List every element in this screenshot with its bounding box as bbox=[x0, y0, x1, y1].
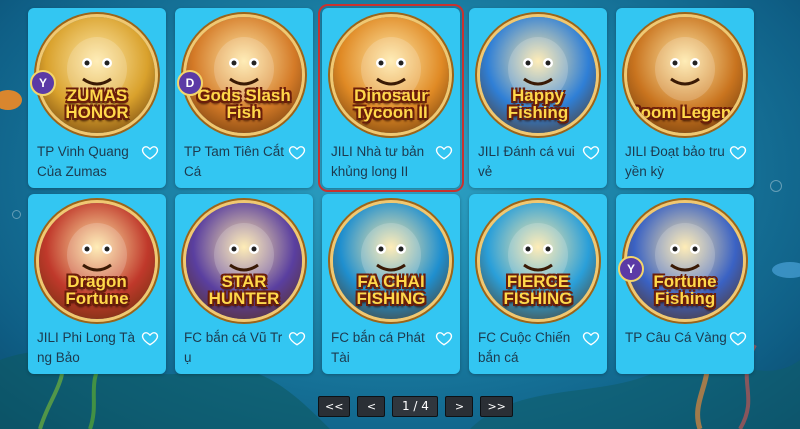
game-card[interactable]: Dragon Fortune JILI Phi Long Tà ng Bảo bbox=[28, 194, 166, 374]
favorite-heart-icon[interactable] bbox=[435, 143, 453, 161]
provider-badge: Y bbox=[618, 256, 644, 282]
game-title[interactable]: JILI Đoạt bảo tru yền kỳ bbox=[625, 142, 731, 182]
bubble-decoration bbox=[770, 180, 782, 192]
game-title[interactable]: TP Vinh Quang Của Zumas bbox=[37, 142, 143, 182]
prev-page-button[interactable]: < bbox=[357, 396, 386, 417]
page-indicator: 1 / 4 bbox=[392, 396, 439, 417]
game-thumbnail[interactable]: Boom Legend bbox=[627, 17, 743, 133]
game-logo-text: STAR HUNTER bbox=[208, 272, 280, 308]
game-thumbnail[interactable]: Dragon Fortune bbox=[39, 203, 155, 319]
favorite-heart-icon[interactable] bbox=[729, 329, 747, 347]
game-card[interactable]: Dinosaur Tycoon II JILI Nhà tư bản khủng … bbox=[318, 4, 464, 192]
game-thumbnail[interactable]: Dinosaur Tycoon II bbox=[333, 17, 449, 133]
game-title[interactable]: JILI Đánh cá vui vẻ bbox=[478, 142, 584, 182]
bubble-decoration bbox=[12, 210, 21, 219]
game-card[interactable]: Boom Legend JILI Đoạt bảo tru yền kỳ bbox=[616, 8, 754, 188]
game-logo-text: FIERCE FISHING bbox=[503, 272, 573, 308]
game-title[interactable]: JILI Phi Long Tà ng Bảo bbox=[37, 328, 143, 368]
game-logo-text: ZUMAS HONOR bbox=[65, 86, 129, 122]
game-card[interactable]: ZUMAS HONOR Y TP Vinh Quang Của Zumas bbox=[28, 8, 166, 188]
game-card[interactable]: Gods Slash Fish D TP Tam Tiên Cắt Cá bbox=[175, 8, 313, 188]
game-title[interactable]: TP Tam Tiên Cắt Cá bbox=[184, 142, 290, 182]
game-title[interactable]: FC Cuộc Chiến bắn cá bbox=[478, 328, 584, 368]
provider-badge: Y bbox=[30, 70, 56, 96]
game-card[interactable]: STAR HUNTER FC bắn cá Vũ Tr ụ bbox=[175, 194, 313, 374]
game-thumbnail[interactable]: FA CHAI FISHING bbox=[333, 203, 449, 319]
game-thumbnail[interactable]: STAR HUNTER bbox=[186, 203, 302, 319]
game-logo-text: Dinosaur Tycoon II bbox=[354, 86, 428, 122]
game-card[interactable]: FA CHAI FISHING FC bắn cá Phát Tài bbox=[322, 194, 460, 374]
first-page-button[interactable]: << bbox=[318, 396, 351, 417]
game-thumbnail[interactable]: FIERCE FISHING bbox=[480, 203, 596, 319]
game-title[interactable]: JILI Nhà tư bản khủng long II bbox=[331, 142, 437, 182]
favorite-heart-icon[interactable] bbox=[288, 143, 306, 161]
game-grid: ZUMAS HONOR Y TP Vinh Quang Của Zumas Gods … bbox=[28, 4, 768, 374]
favorite-heart-icon[interactable] bbox=[141, 329, 159, 347]
favorite-heart-icon[interactable] bbox=[288, 329, 306, 347]
game-title[interactable]: FC bắn cá Vũ Tr ụ bbox=[184, 328, 290, 368]
favorite-heart-icon[interactable] bbox=[435, 329, 453, 347]
game-title[interactable]: FC bắn cá Phát Tài bbox=[331, 328, 437, 368]
game-logo-text: FA CHAI FISHING bbox=[356, 272, 426, 308]
game-card[interactable]: FIERCE FISHING FC Cuộc Chiến bắn cá bbox=[469, 194, 607, 374]
game-title[interactable]: TP Câu Cá Vàng bbox=[625, 328, 731, 348]
game-thumbnail[interactable]: Gods Slash Fish bbox=[186, 17, 302, 133]
game-logo-text: Fortune Fishing bbox=[653, 272, 717, 308]
game-thumbnail[interactable]: Happy Fishing bbox=[480, 17, 596, 133]
last-page-button[interactable]: >> bbox=[480, 396, 513, 417]
provider-badge: D bbox=[177, 70, 203, 96]
pagination: << < 1 / 4 > >> bbox=[318, 396, 513, 417]
favorite-heart-icon[interactable] bbox=[729, 143, 747, 161]
favorite-heart-icon[interactable] bbox=[582, 143, 600, 161]
game-logo-text: Dragon Fortune bbox=[65, 272, 129, 308]
game-logo-text: Gods Slash Fish bbox=[197, 86, 291, 122]
game-card[interactable]: Fortune Fishing Y TP Câu Cá Vàng bbox=[616, 194, 754, 374]
favorite-heart-icon[interactable] bbox=[582, 329, 600, 347]
game-logo-text: Happy Fishing bbox=[507, 86, 569, 122]
next-page-button[interactable]: > bbox=[445, 396, 474, 417]
game-thumbnail[interactable]: ZUMAS HONOR bbox=[39, 17, 155, 133]
game-card[interactable]: Happy Fishing JILI Đánh cá vui vẻ bbox=[469, 8, 607, 188]
game-logo-text: Boom Legend bbox=[628, 103, 742, 122]
game-thumbnail[interactable]: Fortune Fishing bbox=[627, 203, 743, 319]
favorite-heart-icon[interactable] bbox=[141, 143, 159, 161]
